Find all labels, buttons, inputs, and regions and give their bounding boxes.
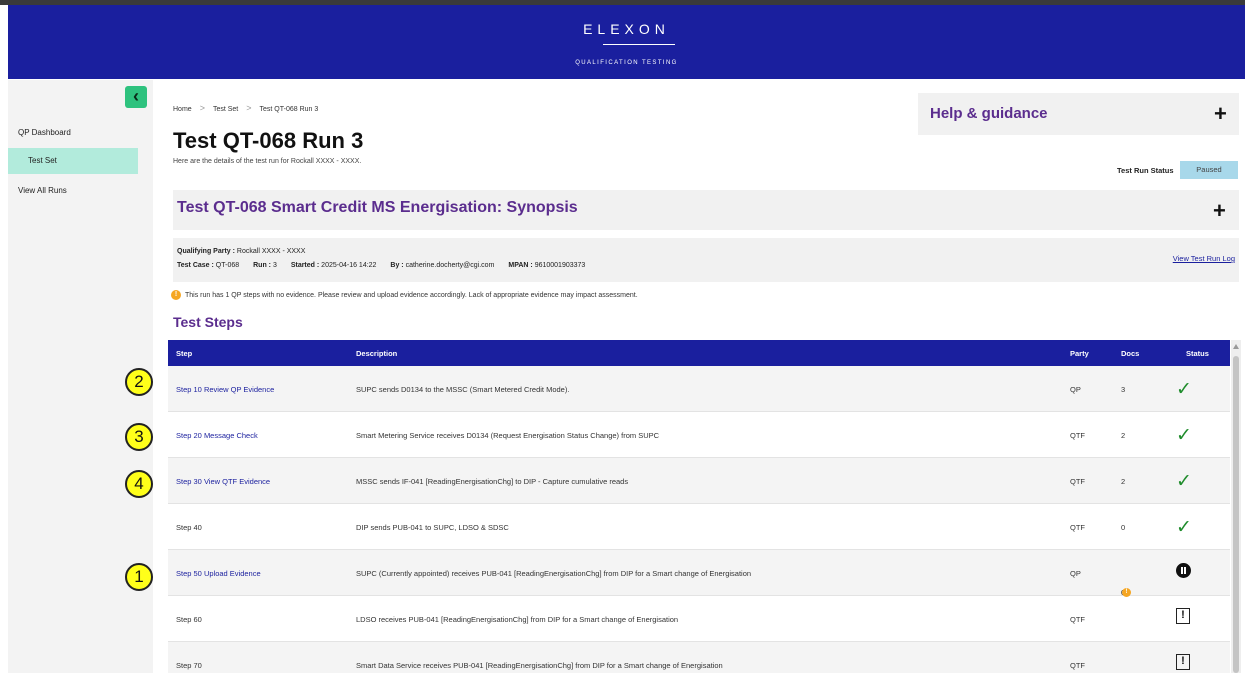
by-value: catherine.docherty@cgi.com	[405, 262, 495, 269]
step-party: QP	[1070, 385, 1081, 394]
expand-plus-icon[interactable]: +	[1213, 198, 1226, 224]
test-run-status-label: Test Run Status	[1117, 166, 1174, 175]
step-party: QP	[1070, 569, 1081, 578]
exclamation-icon: !	[1176, 654, 1190, 670]
qualifying-party-value: Rockall XXXX - XXXX	[236, 248, 306, 255]
qualifying-party-label: Qualifying Party :	[177, 248, 235, 255]
test-case-value: QT-068	[215, 262, 240, 269]
check-icon: ✓	[1176, 379, 1192, 400]
mpan-label: MPAN :	[508, 262, 533, 269]
check-icon: ✓	[1176, 517, 1192, 538]
callout-marker: 1	[125, 563, 153, 591]
step-link[interactable]: Step 50 Upload Evidence	[176, 569, 261, 578]
step-docs: 0	[1121, 523, 1126, 532]
table-header: Step Description Party Docs Status	[168, 340, 1230, 366]
column-header-step: Step	[176, 349, 193, 358]
check-icon: ✓	[1176, 471, 1192, 492]
breadcrumb-home[interactable]: Home	[173, 106, 192, 113]
sidebar-item-qp-dashboard[interactable]: QP Dashboard	[8, 120, 138, 146]
callout-marker: 4	[125, 470, 153, 498]
sidebar-item-view-all-runs[interactable]: View All Runs	[8, 178, 138, 204]
step-party: QTF	[1070, 615, 1085, 624]
step-link[interactable]: Step 20 Message Check	[176, 431, 258, 440]
evidence-warning: ! This run has 1 QP steps with no evidenc…	[171, 290, 638, 300]
step-description: SUPC sends D0134 to the MSSC (Smart Mete…	[356, 385, 570, 394]
breadcrumb-separator-icon: >	[199, 103, 205, 113]
page-title: Test QT-068 Run 3	[173, 128, 364, 153]
step-description: MSSC sends IF-041 [ReadingEnergisationCh…	[356, 477, 629, 486]
table-scrollbar[interactable]	[1231, 340, 1241, 673]
synopsis-panel[interactable]: Test QT-068 Smart Credit MS Energisation…	[173, 190, 1239, 230]
brand-divider	[603, 44, 675, 45]
help-guidance-title: Help & guidance	[930, 105, 1048, 122]
started-value: 2025-04-16 14:22	[321, 262, 377, 269]
chevron-left-icon: ‹	[133, 86, 139, 106]
exclamation-icon: !	[1176, 608, 1190, 624]
collapse-sidebar-button[interactable]: ‹	[125, 86, 147, 108]
by-label: By :	[390, 262, 404, 269]
step-docs: 3	[1121, 385, 1126, 394]
run-metadata: Qualifying Party : Rockall XXXX - XXXX T…	[173, 238, 1239, 282]
table-row: Step 70 Smart Data Service receives PUB-…	[168, 642, 1230, 673]
scroll-up-arrow-icon[interactable]	[1233, 344, 1239, 349]
run-details-row: Test Case : QT-068 Run : 3 Started : 202…	[177, 262, 585, 269]
test-case-label: Test Case :	[177, 262, 214, 269]
warning-icon: !	[171, 290, 181, 300]
help-guidance-panel[interactable]: Help & guidance +	[918, 93, 1239, 135]
status-badge: Paused	[1180, 161, 1238, 179]
check-icon: ✓	[1176, 425, 1192, 446]
page-subtitle: Here are the details of the test run for…	[173, 158, 362, 165]
step-name: Step 70	[176, 661, 202, 670]
brand-tagline: QUALIFICATION TESTING	[575, 60, 678, 66]
step-docs: 2	[1121, 477, 1126, 486]
step-description: Smart Metering Service receives D0134 (R…	[356, 431, 660, 440]
view-test-run-log-link[interactable]: View Test Run Log	[1173, 254, 1235, 263]
callout-marker: 3	[125, 423, 153, 451]
started-label: Started :	[290, 262, 320, 269]
mpan-value: 9610001903373	[534, 262, 586, 269]
warning-text: This run has 1 QP steps with no evidence…	[185, 291, 638, 299]
site-header: ELEXON QUALIFICATION TESTING	[8, 5, 1245, 79]
table-row: Step 30 View QTF Evidence MSSC sends IF-…	[168, 458, 1230, 504]
test-steps-heading: Test Steps	[173, 314, 243, 330]
synopsis-title: Test QT-068 Smart Credit MS Energisation…	[177, 199, 578, 216]
step-name: Step 40	[176, 523, 202, 532]
step-description: Smart Data Service receives PUB-041 [Rea…	[356, 661, 723, 670]
step-link[interactable]: Step 30 View QTF Evidence	[176, 477, 270, 486]
table-row: Step 40 DIP sends PUB-041 to SUPC, LDSO …	[168, 504, 1230, 550]
step-link[interactable]: Step 10 Review QP Evidence	[176, 385, 274, 394]
breadcrumb-separator-icon: >	[246, 103, 252, 113]
breadcrumb-current: Test QT-068 Run 3	[259, 106, 319, 113]
table-row: Step 20 Message Check Smart Metering Ser…	[168, 412, 1230, 458]
sidebar-item-test-set[interactable]: Test Set	[8, 148, 138, 174]
step-description: DIP sends PUB-041 to SUPC, LDSO & SDSC	[356, 523, 509, 532]
table-row: Step 60 LDSO receives PUB-041 [ReadingEn…	[168, 596, 1230, 642]
expand-plus-icon[interactable]: +	[1214, 101, 1227, 127]
run-value: 3	[272, 262, 277, 269]
column-header-description: Description	[356, 349, 398, 358]
breadcrumb: Home > Test Set > Test QT-068 Run 3	[173, 103, 318, 113]
step-docs: 2	[1121, 431, 1126, 440]
table-row: Step 50 Upload Evidence SUPC (Currently …	[168, 550, 1230, 597]
step-description: LDSO receives PUB-041 [ReadingEnergisati…	[356, 615, 679, 624]
column-header-party: Party	[1070, 349, 1089, 358]
step-party: QTF	[1070, 661, 1085, 670]
callout-marker: 2	[125, 368, 153, 396]
step-name: Step 60	[176, 615, 202, 624]
step-party: QTF	[1070, 477, 1085, 486]
step-party: QTF	[1070, 431, 1085, 440]
breadcrumb-test-set[interactable]: Test Set	[213, 106, 238, 113]
brand-logo[interactable]: ELEXON	[8, 21, 1245, 37]
table-row: Step 10 Review QP Evidence SUPC sends D0…	[168, 366, 1230, 412]
test-steps-table: Step Description Party Docs Status Step …	[168, 340, 1230, 673]
column-header-docs: Docs	[1121, 349, 1140, 358]
run-label: Run :	[253, 262, 271, 269]
qualifying-party-row: Qualifying Party : Rockall XXXX - XXXX	[177, 248, 305, 255]
pause-icon	[1176, 563, 1191, 578]
scrollbar-thumb[interactable]	[1233, 356, 1239, 673]
column-header-status: Status	[1186, 349, 1209, 358]
step-party: QTF	[1070, 523, 1085, 532]
step-description: SUPC (Currently appointed) receives PUB-…	[356, 569, 752, 578]
